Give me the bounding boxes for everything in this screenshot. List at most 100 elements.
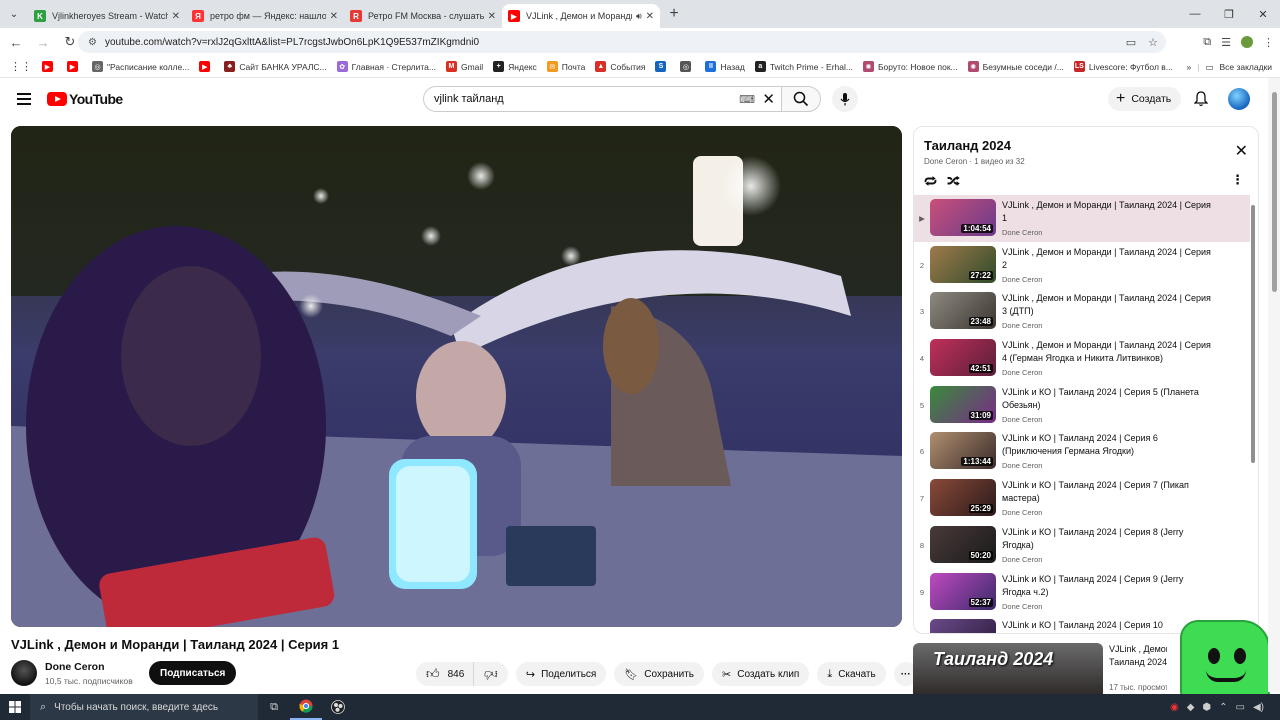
playlist-title[interactable]: Таиланд 2024 [924, 138, 1011, 153]
subscribe-button[interactable]: Подписаться [149, 661, 237, 685]
bookmark-item[interactable]: ✺ Боруто: Новое пок... [862, 61, 958, 72]
playlist-item-index: 9 [919, 587, 925, 597]
search-button[interactable] [781, 86, 821, 112]
playlist-item-meta: VJLink и КО | Таиланд 2024 | Серия 8 (Je… [1002, 522, 1212, 564]
voice-search-button[interactable] [832, 86, 858, 112]
browser-tab[interactable]: R Ретро FM Москва - слушать о ✕ [344, 4, 502, 28]
browser-tab[interactable]: K Vjlinkheroyes Stream - Watch Li ✕ [28, 4, 186, 28]
bookmark-item[interactable]: ◎ [680, 61, 695, 72]
network-icon[interactable]: ▭ [1236, 702, 1245, 713]
windows-start-icon[interactable] [0, 694, 30, 720]
bookmark-item[interactable]: II Назад [705, 61, 745, 72]
profile-avatar[interactable] [1241, 36, 1253, 48]
minimize-button[interactable]: — [1178, 0, 1212, 28]
playlist-item[interactable]: 3 23:48 VJLink , Демон и Моранди | Таиланд… [914, 288, 1250, 335]
notifications-bell-icon[interactable] [1192, 90, 1210, 108]
page-scrollbar[interactable] [1268, 78, 1280, 692]
search-icon [793, 91, 809, 107]
video-player[interactable] [11, 126, 902, 627]
youtube-logo[interactable]: YouTube [47, 91, 123, 107]
scrollbar-thumb[interactable] [1272, 92, 1277, 292]
create-button[interactable]: + Создать [1108, 87, 1182, 111]
browser-tab[interactable]: Яретро фм — Яндекс: нашлось ✕ [186, 4, 344, 28]
close-tab-icon[interactable]: ✕ [172, 11, 180, 22]
playlist-item[interactable]: 4 42:51 VJLink , Демон и Моранди | Таиланд… [914, 335, 1250, 382]
clear-search-icon[interactable]: ✕ [762, 90, 775, 108]
all-bookmarks-link[interactable]: Все закладки [1219, 62, 1272, 72]
bookmark-item[interactable]: ▶ [199, 61, 214, 72]
close-tab-icon[interactable]: ✕ [330, 11, 338, 22]
apps-icon[interactable]: ⋮⋮ [10, 60, 32, 73]
restore-button[interactable]: ❐ [1212, 0, 1246, 28]
menu-icon[interactable] [17, 93, 31, 105]
new-tab-button[interactable]: + [662, 2, 686, 26]
user-avatar[interactable] [1228, 88, 1250, 110]
bookmark-favicon-icon: S [655, 61, 667, 72]
chrome-menu-icon[interactable]: ⋮ [1263, 36, 1274, 49]
loop-icon[interactable]: 🔁︎ [924, 172, 937, 191]
site-info-icon[interactable]: ⚙ [88, 37, 97, 48]
bookmark-item[interactable]: ▶ [42, 61, 57, 72]
bookmark-item[interactable]: S [655, 61, 670, 72]
tray-app-icon[interactable]: ⬢ [1202, 702, 1211, 713]
chrome-taskbar-icon[interactable] [290, 694, 322, 720]
download-button[interactable]: ⤓ Скачать [817, 662, 886, 686]
bookmark-star-icon[interactable]: ☆ [1148, 36, 1158, 49]
reading-list-icon[interactable]: ☰ [1221, 36, 1231, 49]
speaker-icon[interactable]: 🔊︎ [636, 11, 642, 22]
playlist-item[interactable]: 9 52:37 VJLink и КО | Таиланд 2024 | Серия… [914, 569, 1250, 616]
cast-icon[interactable]: ▭ [1126, 36, 1136, 49]
bookmark-item[interactable]: ▶ [67, 61, 82, 72]
playlist-item[interactable]: 2 27:22 VJLink , Демон и Моранди | Таиланд… [914, 242, 1250, 289]
taskbar-search[interactable]: ⌕ Чтобы начать поиск, введите здесь [30, 694, 258, 720]
bookmark-item[interactable]: a Twitch Prime - Erhal... [754, 61, 853, 72]
bookmark-item[interactable]: LS Livescore: Футбол в... [1073, 61, 1173, 72]
bookmark-item[interactable]: ✺ Безумные соседи /... [967, 61, 1064, 72]
clip-button[interactable]: ✂ Создать клип [712, 662, 810, 686]
address-bar[interactable]: ⚙ youtube.com/watch?v=rxlJ2qGxlttA&list=… [78, 31, 1166, 53]
tray-app-icon[interactable]: ◉ [1170, 702, 1179, 713]
bookmark-item[interactable]: ✉ Почта [546, 61, 585, 72]
bookmark-item[interactable]: + Яндекс [493, 61, 537, 72]
close-playlist-icon[interactable]: ✕ [1235, 141, 1248, 161]
show-hidden-icons[interactable]: ⌃ [1219, 702, 1227, 713]
obs-taskbar-icon[interactable] [322, 694, 354, 720]
search-input[interactable]: vjlink тайланд ⌨ ✕ [423, 86, 781, 112]
tray-app-icon[interactable]: ◆ [1187, 702, 1195, 713]
bookmark-item[interactable]: ✿ Главная · Стерлита... [336, 61, 436, 72]
close-window-button[interactable]: ✕ [1246, 0, 1280, 28]
channel-avatar[interactable] [11, 660, 37, 686]
like-button[interactable]: 👍︎ 846 [416, 662, 475, 686]
bookmark-item[interactable]: ♣ Сайт БАНКА УРАЛС... [224, 61, 327, 72]
forward-button[interactable]: → [31, 30, 55, 54]
duration-badge: 23:48 [968, 317, 993, 327]
dislike-button[interactable]: 👍︎ [474, 662, 508, 686]
playlist-item[interactable]: 5 31:09 VJLink и КО | Таиланд 2024 | Серия… [914, 382, 1250, 429]
recommended-video-thumbnail[interactable]: Таиланд 2024 [913, 643, 1103, 695]
playlist-item[interactable]: 7 25:29 VJLink и КО | Таиланд 2024 | Серия… [914, 475, 1250, 522]
bookmark-item[interactable]: ▲ События [595, 61, 645, 72]
playlist-item[interactable]: ▶ 1:04:54 VJLink , Демон и Моранди | Таила… [914, 195, 1250, 242]
recommended-video-title[interactable]: VJLink , Демон Таиланд 2024 [1109, 643, 1167, 669]
playlist-item[interactable]: 8 50:20 VJLink и КО | Таиланд 2024 | Серия… [914, 522, 1250, 569]
bookmark-list: ▶ ▶ ◎ "Расписание колле... ▶ ♣ Сайт БАНКА УРАЛ… [32, 61, 1173, 72]
close-tab-icon[interactable]: ✕ [488, 11, 496, 22]
channel-name[interactable]: Done Ceron [45, 661, 105, 673]
extensions-icon[interactable]: ⧉ [1203, 36, 1211, 49]
playlist-scrollbar[interactable] [1251, 205, 1255, 463]
bookmarks-more-icon[interactable]: » [1186, 62, 1191, 72]
browser-tab[interactable]: ▶ VJLink , Демон и Моранди 🔊︎ ✕ [502, 4, 660, 28]
save-button[interactable]: 🔖︎ Сохранить [614, 662, 704, 686]
playlist-item[interactable]: 6 1:13:44 VJLink и КО | Таиланд 2024 | Сер… [914, 428, 1250, 475]
back-button[interactable]: ← [4, 30, 28, 54]
tab-search-button[interactable]: ⌄ [0, 0, 28, 28]
bookmark-item[interactable]: M Gmail [445, 61, 483, 72]
bookmark-item[interactable]: ◎ "Расписание колле... [92, 61, 189, 72]
playlist-menu-icon[interactable]: ⋮ [1231, 172, 1244, 188]
volume-icon[interactable]: ◀) [1253, 702, 1264, 713]
keyboard-icon[interactable]: ⌨ [739, 93, 755, 106]
shuffle-icon[interactable]: 🔀︎ [947, 172, 960, 191]
task-view-icon[interactable]: ⧉ [258, 694, 290, 720]
close-tab-icon[interactable]: ✕ [646, 11, 654, 22]
share-button[interactable]: ↪ Поделиться [515, 662, 607, 686]
